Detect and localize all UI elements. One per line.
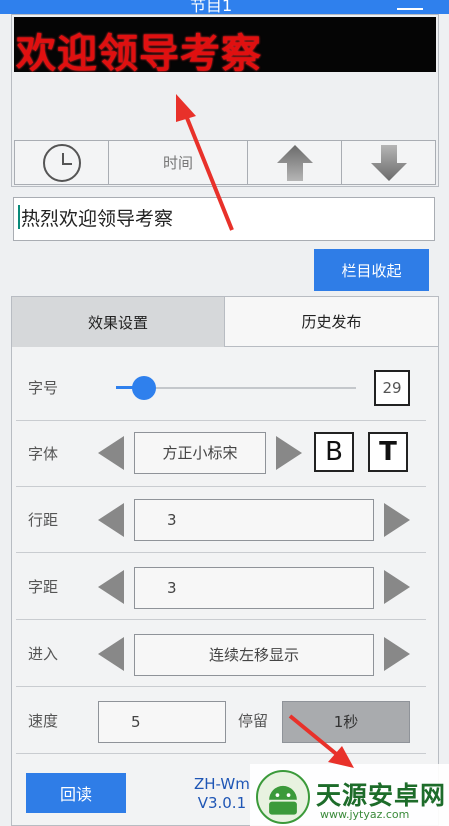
bold-button[interactable]: B [314, 432, 354, 472]
settings-tabs: 效果设置 历史发布 [12, 297, 438, 347]
tab-effect-settings[interactable]: 效果设置 [12, 297, 225, 347]
watermark-url: www.jytyaz.com [320, 808, 410, 821]
font-size-row: 字号 29 [12, 355, 438, 421]
font-face-row: 字体 方正小标宋 B T [12, 421, 438, 487]
led-preview-text: 欢迎领导考察 [16, 30, 262, 72]
line-spacing-decrease-icon[interactable] [98, 503, 124, 537]
version-model: ZH-Wm [194, 775, 250, 793]
content-text-input[interactable]: 热烈欢迎领导考察 [13, 197, 435, 241]
version-number: V3.0.1 [197, 794, 247, 812]
font-face-value[interactable]: 方正小标宋 [134, 432, 266, 474]
top-bar: 节目1 [0, 0, 449, 15]
font-face-text: 方正小标宋 [162, 443, 238, 462]
font-face-label: 字体 [28, 445, 59, 463]
arrow-up-icon [276, 144, 313, 181]
enter-effect-prev-icon[interactable] [98, 637, 124, 671]
readback-button[interactable]: 回读 [26, 773, 126, 813]
speed-stay-row: 速度 5 停留 1秒 [12, 688, 438, 754]
enter-effect-row: 进入 连续左移显示 [12, 621, 438, 687]
watermark-name: 天源安卓网 [316, 781, 447, 810]
line-spacing-label: 行距 [28, 511, 59, 529]
text-caret [18, 205, 20, 229]
font-prev-icon[interactable] [98, 436, 124, 470]
version-info: ZH-Wm V3.0.1 [194, 775, 250, 813]
move-up-button[interactable] [247, 140, 342, 185]
stay-label: 停留 [238, 712, 269, 730]
collapse-button[interactable]: 栏目收起 [314, 249, 429, 291]
speed-label: 速度 [28, 712, 59, 730]
enter-effect-value[interactable]: 连续左移显示 [134, 634, 374, 676]
led-panel: 欢迎领导考察 时间 [11, 14, 439, 187]
clock-icon [42, 143, 81, 182]
font-size-slider-thumb[interactable] [132, 376, 156, 400]
led-toolbar: 时间 [14, 140, 436, 185]
menu-icon[interactable] [397, 2, 423, 10]
font-size-label: 字号 [28, 379, 59, 397]
enter-effect-text: 连续左移显示 [208, 645, 299, 664]
enter-effect-next-icon[interactable] [384, 637, 410, 671]
line-spacing-value[interactable]: 3 [134, 499, 374, 541]
char-spacing-increase-icon[interactable] [384, 570, 410, 604]
time-label: 时间 [162, 154, 193, 172]
char-spacing-row: 字距 3 [12, 554, 438, 620]
text-style-button[interactable]: T [368, 432, 408, 472]
speed-value[interactable]: 5 [98, 701, 226, 743]
line-spacing-increase-icon[interactable] [384, 503, 410, 537]
clock-button[interactable] [14, 140, 109, 185]
enter-effect-label: 进入 [28, 645, 59, 663]
arrow-down-icon [370, 144, 407, 181]
led-preview: 欢迎领导考察 [14, 17, 436, 72]
android-logo-icon [269, 785, 297, 815]
time-button[interactable]: 时间 [108, 140, 248, 185]
char-spacing-label: 字距 [28, 578, 59, 596]
tab-history[interactable]: 历史发布 [225, 297, 438, 347]
settings-panel: 效果设置 历史发布 字号 29 字体 方正小标宋 B T 行距 3 字距 3 进… [11, 296, 439, 826]
content-text-value: 热烈欢迎领导考察 [21, 208, 174, 230]
font-next-icon[interactable] [276, 436, 302, 470]
char-spacing-decrease-icon[interactable] [98, 570, 124, 604]
watermark-logo-icon [256, 770, 310, 824]
move-down-button[interactable] [341, 140, 436, 185]
font-size-value: 29 [374, 370, 410, 406]
char-spacing-value[interactable]: 3 [134, 567, 374, 609]
watermark: 天源安卓网 www.jytyaz.com [250, 764, 449, 826]
stay-value[interactable]: 1秒 [282, 701, 410, 743]
line-spacing-row: 行距 3 [12, 487, 438, 553]
